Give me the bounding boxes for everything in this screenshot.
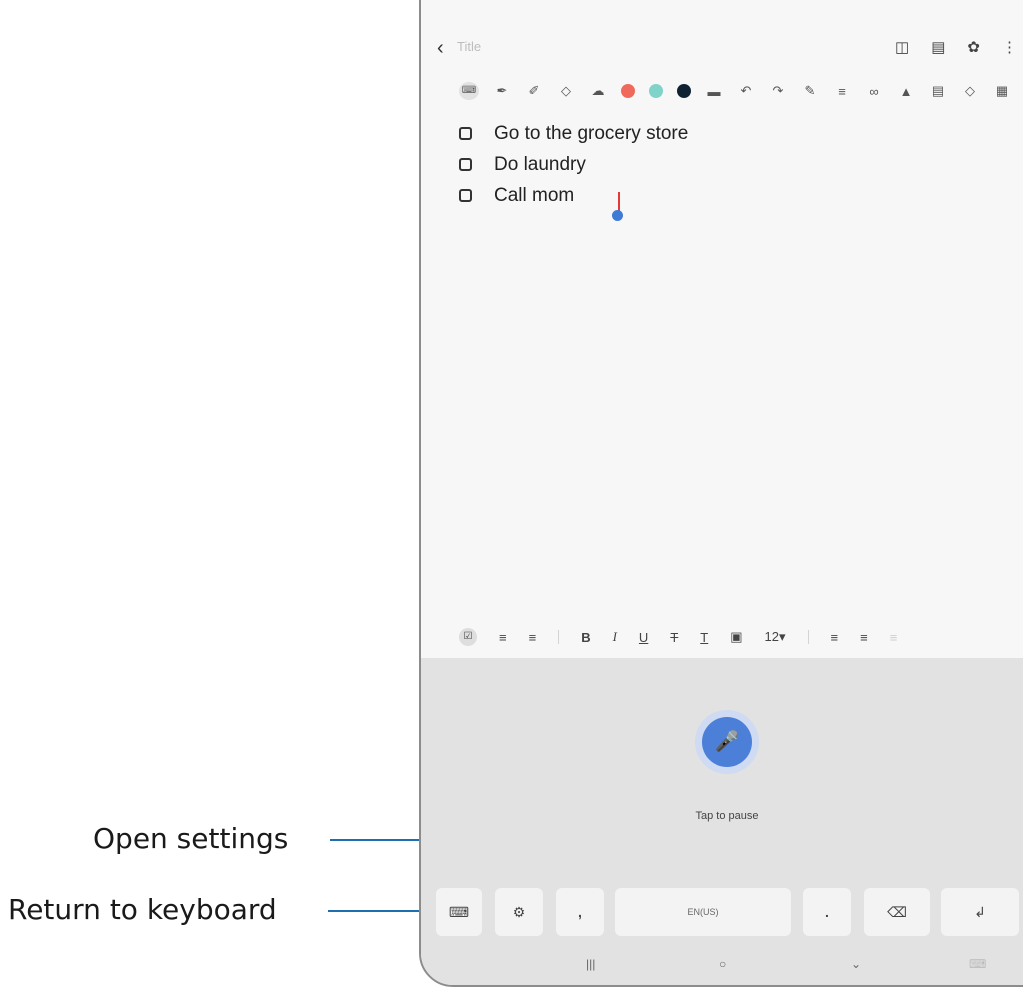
text-background-icon[interactable]: ▣ (730, 629, 742, 645)
straighten-icon[interactable]: ≡ (833, 84, 851, 99)
keyboard-icon: ⌨ (448, 904, 470, 920)
indent-icon[interactable]: ≡ (860, 630, 868, 645)
tablet-device: ‹ Title ◫ ▤ ✿ ⋮ ⌨ ✒ ✐ ◇ ☁ ▬ ↶ ↷ ✎ ≡ ∞ ▲ (419, 0, 1023, 987)
gear-icon: ⚙ (512, 904, 526, 920)
header-actions: ◫ ▤ ✿ ⋮ (895, 38, 1017, 56)
settings-button[interactable]: ⚙ (495, 888, 543, 936)
attach-icon[interactable]: ✿ (967, 38, 980, 56)
microphone-button[interactable]: 🎤 (702, 717, 752, 767)
more-options-icon[interactable]: ⋮ (1002, 38, 1017, 56)
list-item[interactable]: Do laundry (459, 149, 688, 180)
pen-color-swatch-red[interactable] (621, 84, 635, 98)
eraser-icon[interactable]: ◇ (557, 83, 575, 99)
voice-status-text: Tap to pause (695, 810, 759, 822)
pen-settings-icon[interactable]: ▲ (897, 84, 915, 99)
checkbox-icon[interactable] (459, 189, 472, 202)
pen-icon[interactable]: ✒ (493, 83, 511, 99)
app-header: ‹ Title ◫ ▤ ✿ ⋮ (421, 36, 1023, 62)
bold-button[interactable]: B (581, 630, 590, 645)
list-item[interactable]: Go to the grocery store (459, 118, 688, 149)
home-icon[interactable]: ○ (719, 957, 726, 971)
drawing-toolbar: ⌨ ✒ ✐ ◇ ☁ ▬ ↶ ↷ ✎ ≡ ∞ ▲ ▤ ◇ ▦ (459, 79, 1021, 103)
lasso-icon[interactable]: ☁ (589, 83, 607, 99)
list-item-text[interactable]: Call mom (494, 185, 574, 207)
note-title-input[interactable]: Title (457, 39, 481, 54)
divider (807, 630, 809, 644)
list-item[interactable]: Call mom (459, 180, 688, 211)
recent-apps-icon[interactable]: ||| (586, 957, 595, 971)
stroke-width-icon[interactable]: ▬ (705, 84, 723, 99)
strikethrough-button[interactable]: T (670, 630, 678, 645)
pen-color-swatch-dark[interactable] (677, 84, 691, 98)
font-size-selector[interactable]: 12▾ (765, 629, 786, 645)
alignment-icon[interactable]: ≡ (831, 630, 839, 645)
checklist-format-icon[interactable]: ☑ (459, 628, 477, 646)
keyboard-mode-icon[interactable]: ⌨ (459, 82, 479, 100)
layer-icon[interactable]: ▦ (993, 83, 1011, 99)
divider (558, 630, 560, 644)
enter-icon: ↲ (974, 904, 986, 920)
comma-key[interactable]: , (556, 888, 604, 936)
hide-keyboard-icon[interactable]: ⌄ (851, 957, 861, 971)
insert-text-icon[interactable]: ▤ (929, 83, 947, 99)
text-resize-icon[interactable]: ∞ (865, 84, 883, 99)
callout-open-settings: Open settings (93, 822, 289, 855)
checklist: Go to the grocery store Do laundry Call … (459, 118, 688, 221)
enter-key[interactable]: ↲ (941, 888, 1019, 936)
backspace-key[interactable]: ⌫ (864, 888, 930, 936)
back-arrow-icon[interactable]: ‹ (437, 36, 444, 60)
list-item-text[interactable]: Do laundry (494, 154, 586, 176)
checkbox-icon[interactable] (459, 158, 472, 171)
notes-screen: ‹ Title ◫ ▤ ✿ ⋮ ⌨ ✒ ✐ ◇ ☁ ▬ ↶ ↷ ✎ ≡ ∞ ▲ (421, 0, 1023, 985)
numbered-list-icon[interactable]: ≡ (499, 630, 507, 645)
underline-button[interactable]: U (639, 630, 648, 645)
undo-icon[interactable]: ↶ (737, 83, 755, 99)
list-item-text[interactable]: Go to the grocery store (494, 123, 688, 145)
bullet-list-icon[interactable]: ≡ (529, 630, 537, 645)
backspace-icon: ⌫ (887, 904, 907, 920)
space-language-key[interactable]: EN(US) (615, 888, 791, 936)
return-to-keyboard-button[interactable]: ⌨ (436, 888, 482, 936)
text-color-button[interactable]: T (700, 630, 708, 645)
period-key[interactable]: . (803, 888, 851, 936)
book-view-icon[interactable]: ◫ (895, 38, 909, 56)
keyboard-switch-icon[interactable]: ⌨ (969, 957, 986, 971)
shape-icon[interactable]: ◇ (961, 83, 979, 99)
page-template-icon[interactable]: ▤ (931, 38, 945, 56)
redo-icon[interactable]: ↷ (769, 83, 787, 99)
checkbox-icon[interactable] (459, 127, 472, 140)
italic-button[interactable]: I (613, 629, 617, 645)
cursor-handle[interactable] (612, 210, 623, 221)
callout-return-to-keyboard: Return to keyboard (8, 893, 277, 926)
text-format-bar: ☑ ≡ ≡ B I U T T ▣ 12▾ ≡ ≡ ≡ (459, 622, 1021, 652)
microphone-icon: 🎤 (714, 731, 740, 753)
handwriting-to-text-icon[interactable]: ✎ (801, 83, 819, 99)
pen-color-swatch-teal[interactable] (649, 84, 663, 98)
highlighter-icon[interactable]: ✐ (525, 83, 543, 99)
outdent-icon[interactable]: ≡ (890, 630, 898, 645)
system-nav-bar: ||| ○ ⌄ ⌨ (421, 957, 1023, 983)
